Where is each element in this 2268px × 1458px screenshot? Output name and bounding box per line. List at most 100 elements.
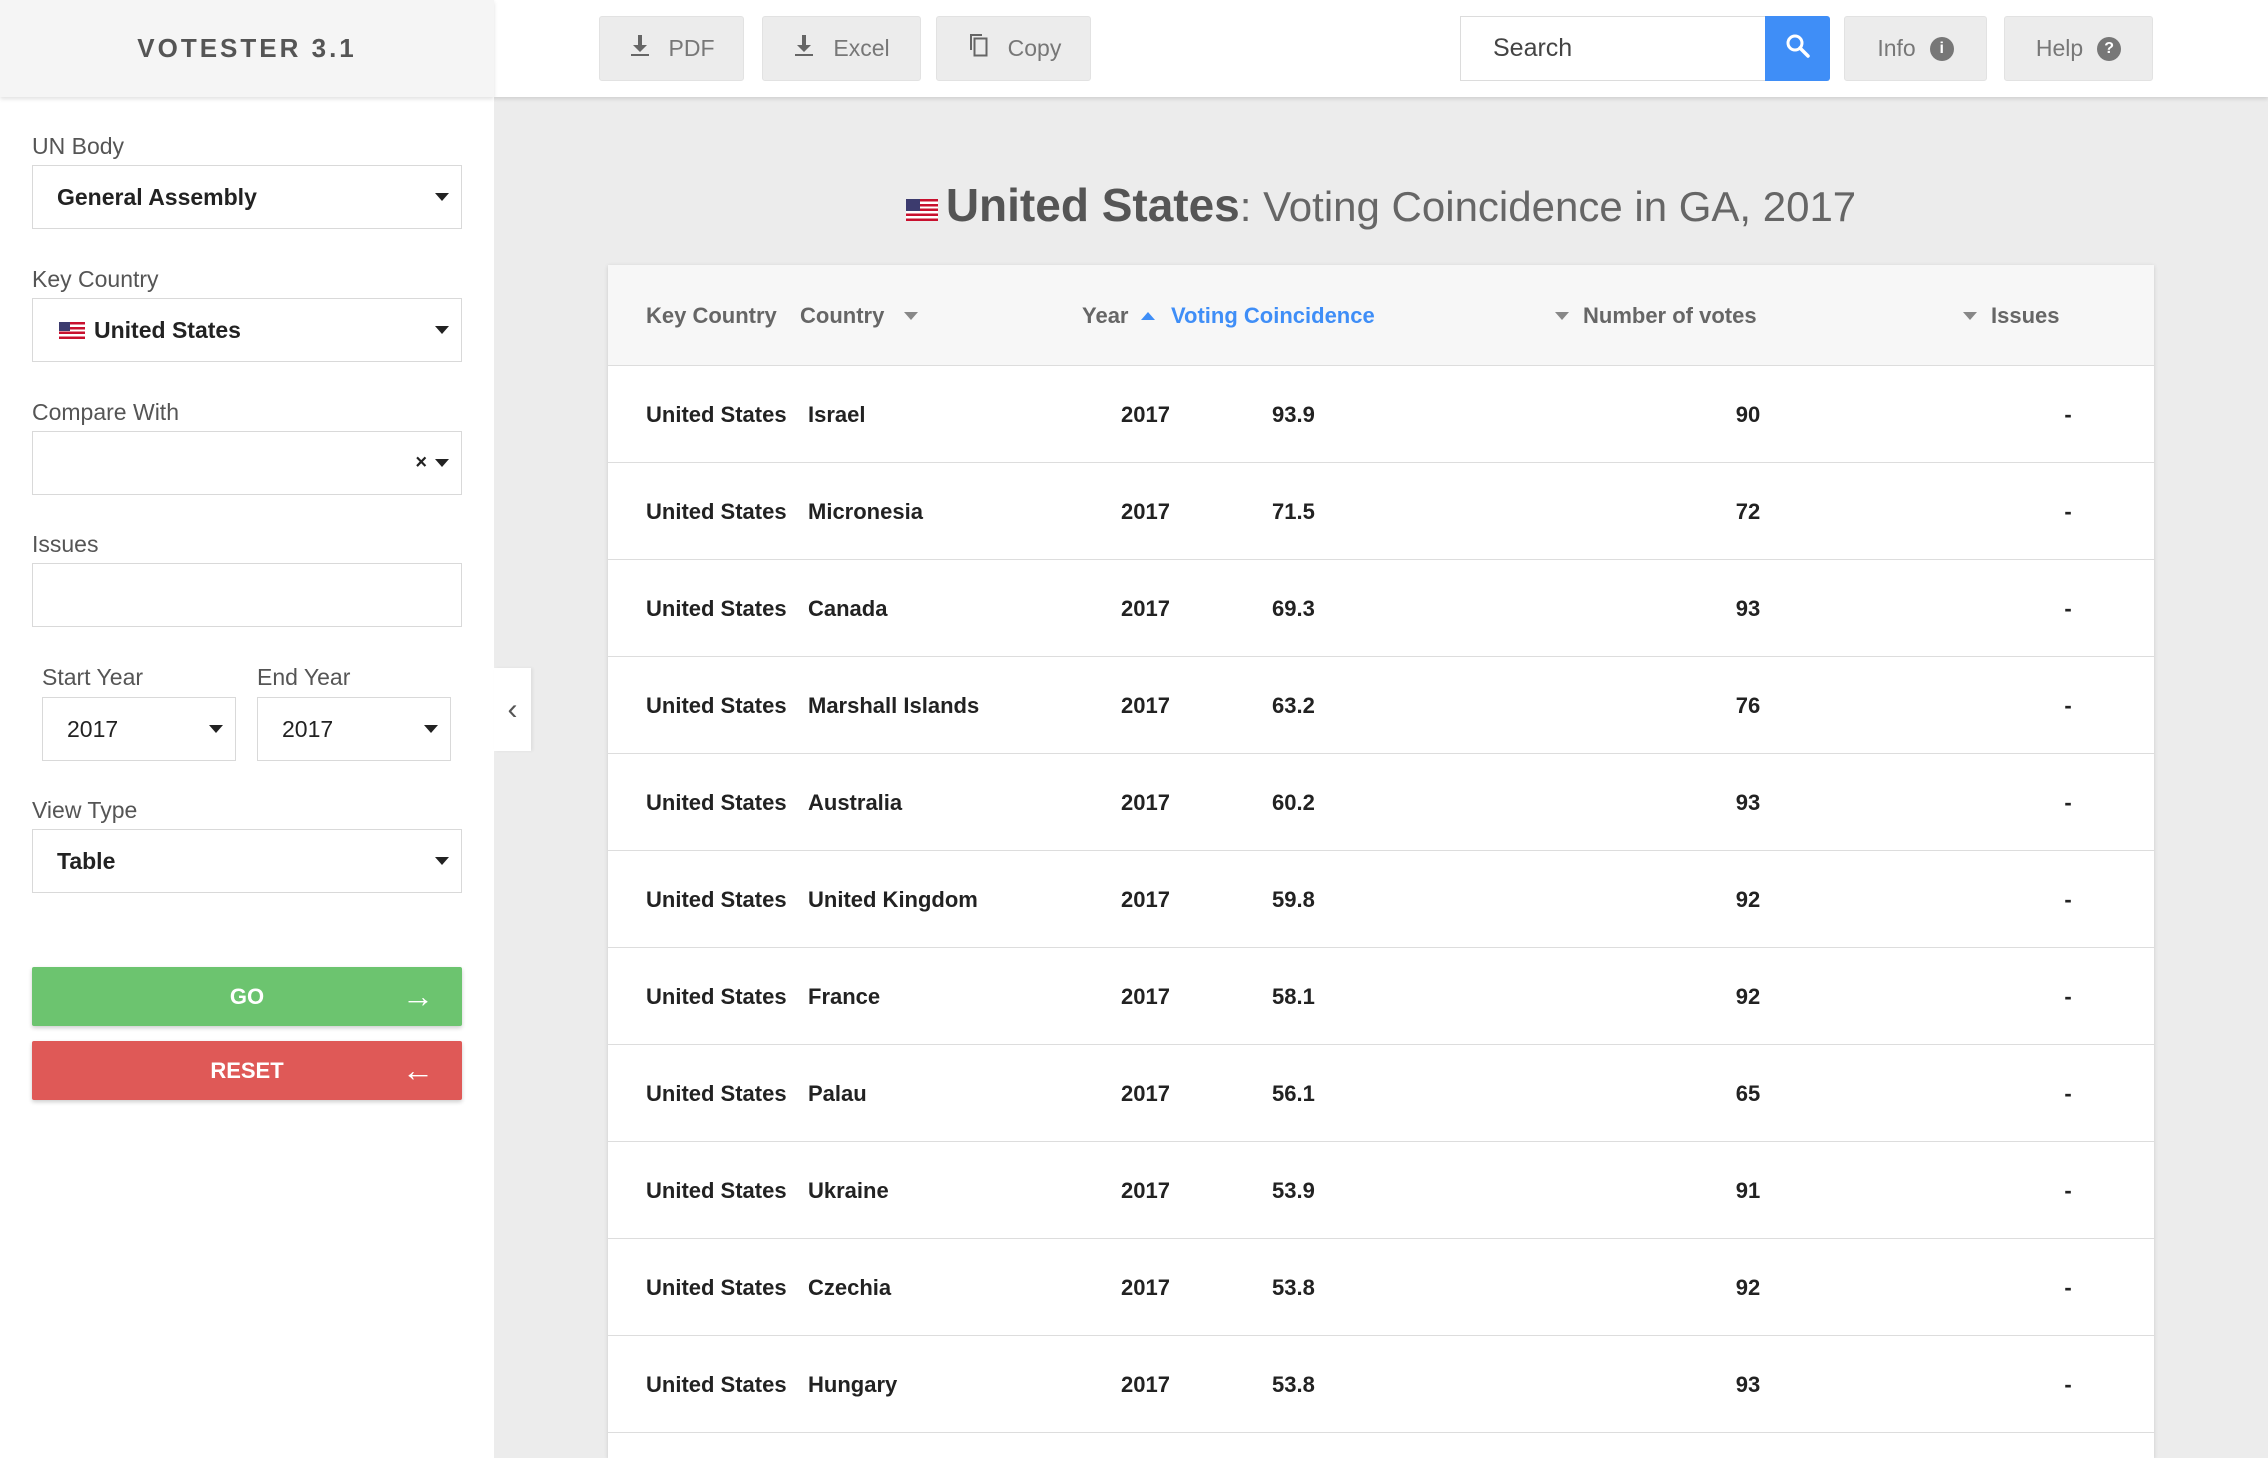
key-country-select[interactable]: United States (32, 298, 462, 362)
cell-country: France (808, 983, 881, 1009)
header-year[interactable]: Year (1082, 265, 1155, 366)
cell-issues: - (2064, 595, 2072, 621)
us-flag-icon (59, 321, 85, 339)
cell-key-country: United States (646, 692, 787, 718)
copy-button[interactable]: Copy (936, 16, 1091, 81)
title-rest: : Voting Coincidence in GA, 2017 (1239, 183, 1857, 230)
start-year-label: Start Year (42, 664, 144, 690)
un-body-select[interactable]: General Assembly (32, 165, 462, 229)
cell-number-of-votes: 93 (1735, 789, 1761, 815)
table-row[interactable]: United States United Kingdom 2017 59.8 92 - (608, 851, 2154, 948)
view-type-select[interactable]: Table (32, 829, 462, 893)
table-header: Key Country Country Year Voting Coincide… (608, 265, 2154, 366)
go-label: GO (229, 983, 265, 1009)
chevron-down-icon (435, 459, 449, 467)
cell-number-of-votes: 93 (1735, 595, 1761, 621)
header-issues-label: Issues (1991, 302, 2060, 328)
help-button[interactable]: Help ? (2004, 16, 2153, 81)
table-row[interactable]: United States Ukraine 2017 53.9 91 - (608, 1142, 2154, 1239)
cell-issues: - (2064, 886, 2072, 912)
cell-country: Australia (808, 789, 903, 815)
search-input[interactable] (1460, 16, 1766, 81)
cell-year: 2017 (1121, 789, 1170, 815)
cell-country: Ukraine (808, 1177, 889, 1203)
cell-issues: - (2064, 1371, 2072, 1397)
header-key-country[interactable]: Key Country (646, 265, 777, 366)
header-key-country-label: Key Country (646, 302, 777, 328)
header-number-of-votes[interactable]: Number of votes (1555, 265, 1757, 366)
table-row[interactable]: United States France 2017 58.1 92 - (608, 948, 2154, 1045)
cell-year: 2017 (1121, 692, 1170, 718)
cell-number-of-votes: 65 (1735, 1080, 1761, 1106)
reset-label: RESET (210, 1057, 284, 1083)
excel-label: Excel (833, 35, 890, 61)
header-voting-coincidence[interactable]: Voting Coincidence (1171, 265, 1375, 366)
cell-issues: - (2064, 498, 2072, 524)
table-body: United States Israel 2017 93.9 90- United Sta… (608, 366, 2154, 1433)
cell-year: 2017 (1121, 1080, 1170, 1106)
collapse-sidebar-button[interactable]: ‹ (494, 668, 531, 751)
table-row[interactable]: United States Czechia 2017 53.8 92 - (608, 1239, 2154, 1336)
cell-issues: - (2064, 401, 2072, 427)
search-button[interactable] (1765, 16, 1830, 81)
cell-year: 2017 (1121, 1371, 1170, 1397)
reset-button[interactable]: RESET ← (32, 1041, 462, 1100)
start-year-select[interactable]: 2017 (42, 697, 236, 761)
end-year-select[interactable]: 2017 (257, 697, 451, 761)
arrow-right-icon: → (402, 978, 434, 1014)
top-toolbar: PDF Excel Copy Info i Help ? (494, 0, 2268, 97)
cell-issues: - (2064, 1177, 2072, 1203)
header-country[interactable]: Country (800, 265, 919, 366)
key-country-value: United States (94, 316, 241, 343)
cell-number-of-votes: 91 (1735, 1177, 1761, 1203)
cell-year: 2017 (1121, 595, 1170, 621)
view-type-value: Table (57, 847, 116, 874)
sort-up-icon (1140, 311, 1155, 320)
issues-input[interactable] (32, 563, 462, 627)
cell-voting-coincidence: 60.2 (1272, 789, 1315, 815)
cell-key-country: United States (646, 1274, 787, 1300)
cell-key-country: United States (646, 886, 787, 912)
cell-issues: - (2064, 1274, 2072, 1300)
clear-icon[interactable]: × (415, 452, 427, 475)
search-icon (1784, 32, 1812, 65)
sort-down-icon (904, 311, 919, 320)
header-issues[interactable]: Issues (1963, 265, 2060, 366)
view-type-label: View Type (32, 797, 138, 823)
go-button[interactable]: GO → (32, 967, 462, 1026)
sidebar: VOTESTER 3.1 UN Body General Assembly Ke… (0, 0, 494, 1458)
cell-voting-coincidence: 93.9 (1272, 401, 1315, 427)
compare-with-select[interactable]: × (32, 431, 462, 495)
cell-year: 2017 (1121, 498, 1170, 524)
excel-button[interactable]: Excel (762, 16, 921, 81)
cell-number-of-votes: 72 (1735, 498, 1761, 524)
header-country-label: Country (800, 302, 885, 328)
cell-year: 2017 (1121, 1177, 1170, 1203)
cell-voting-coincidence: 59.8 (1272, 886, 1315, 912)
table-row[interactable]: United States Micronesia 2017 71.5 72 - (608, 463, 2154, 560)
cell-issues: - (2064, 983, 2072, 1009)
chevron-down-icon (435, 193, 449, 201)
table-row[interactable]: United States Marshall Islands 2017 63.2 76 - (608, 657, 2154, 754)
cell-voting-coincidence: 53.8 (1272, 1371, 1315, 1397)
cell-voting-coincidence: 58.1 (1272, 983, 1315, 1009)
cell-year: 2017 (1121, 886, 1170, 912)
help-label: Help (2035, 35, 2084, 61)
cell-key-country: United States (646, 498, 787, 524)
header-year-label: Year (1082, 302, 1129, 328)
cell-voting-coincidence: 53.8 (1272, 1274, 1315, 1300)
table-row[interactable]: United States Palau 2017 56.1 65 - (608, 1045, 2154, 1142)
table-row[interactable]: United States Israel 2017 93.9 90 - (608, 366, 2154, 463)
table-row[interactable]: United States Hungary 2017 53.8 93 - (608, 1336, 2154, 1433)
cell-country: Canada (808, 595, 888, 621)
sort-down-icon (1963, 311, 1977, 320)
table-row[interactable]: United States Australia 2017 60.2 93 - (608, 754, 2154, 851)
pdf-label: PDF (668, 35, 715, 61)
pdf-button[interactable]: PDF (599, 16, 744, 81)
info-button[interactable]: Info i (1844, 16, 1987, 81)
cell-country: Palau (808, 1080, 867, 1106)
page-title: United States: Voting Coincidence in GA,… (608, 178, 2154, 232)
cell-voting-coincidence: 71.5 (1272, 498, 1315, 524)
cell-key-country: United States (646, 595, 787, 621)
table-row[interactable]: United States Canada 2017 69.3 93 - (608, 560, 2154, 657)
